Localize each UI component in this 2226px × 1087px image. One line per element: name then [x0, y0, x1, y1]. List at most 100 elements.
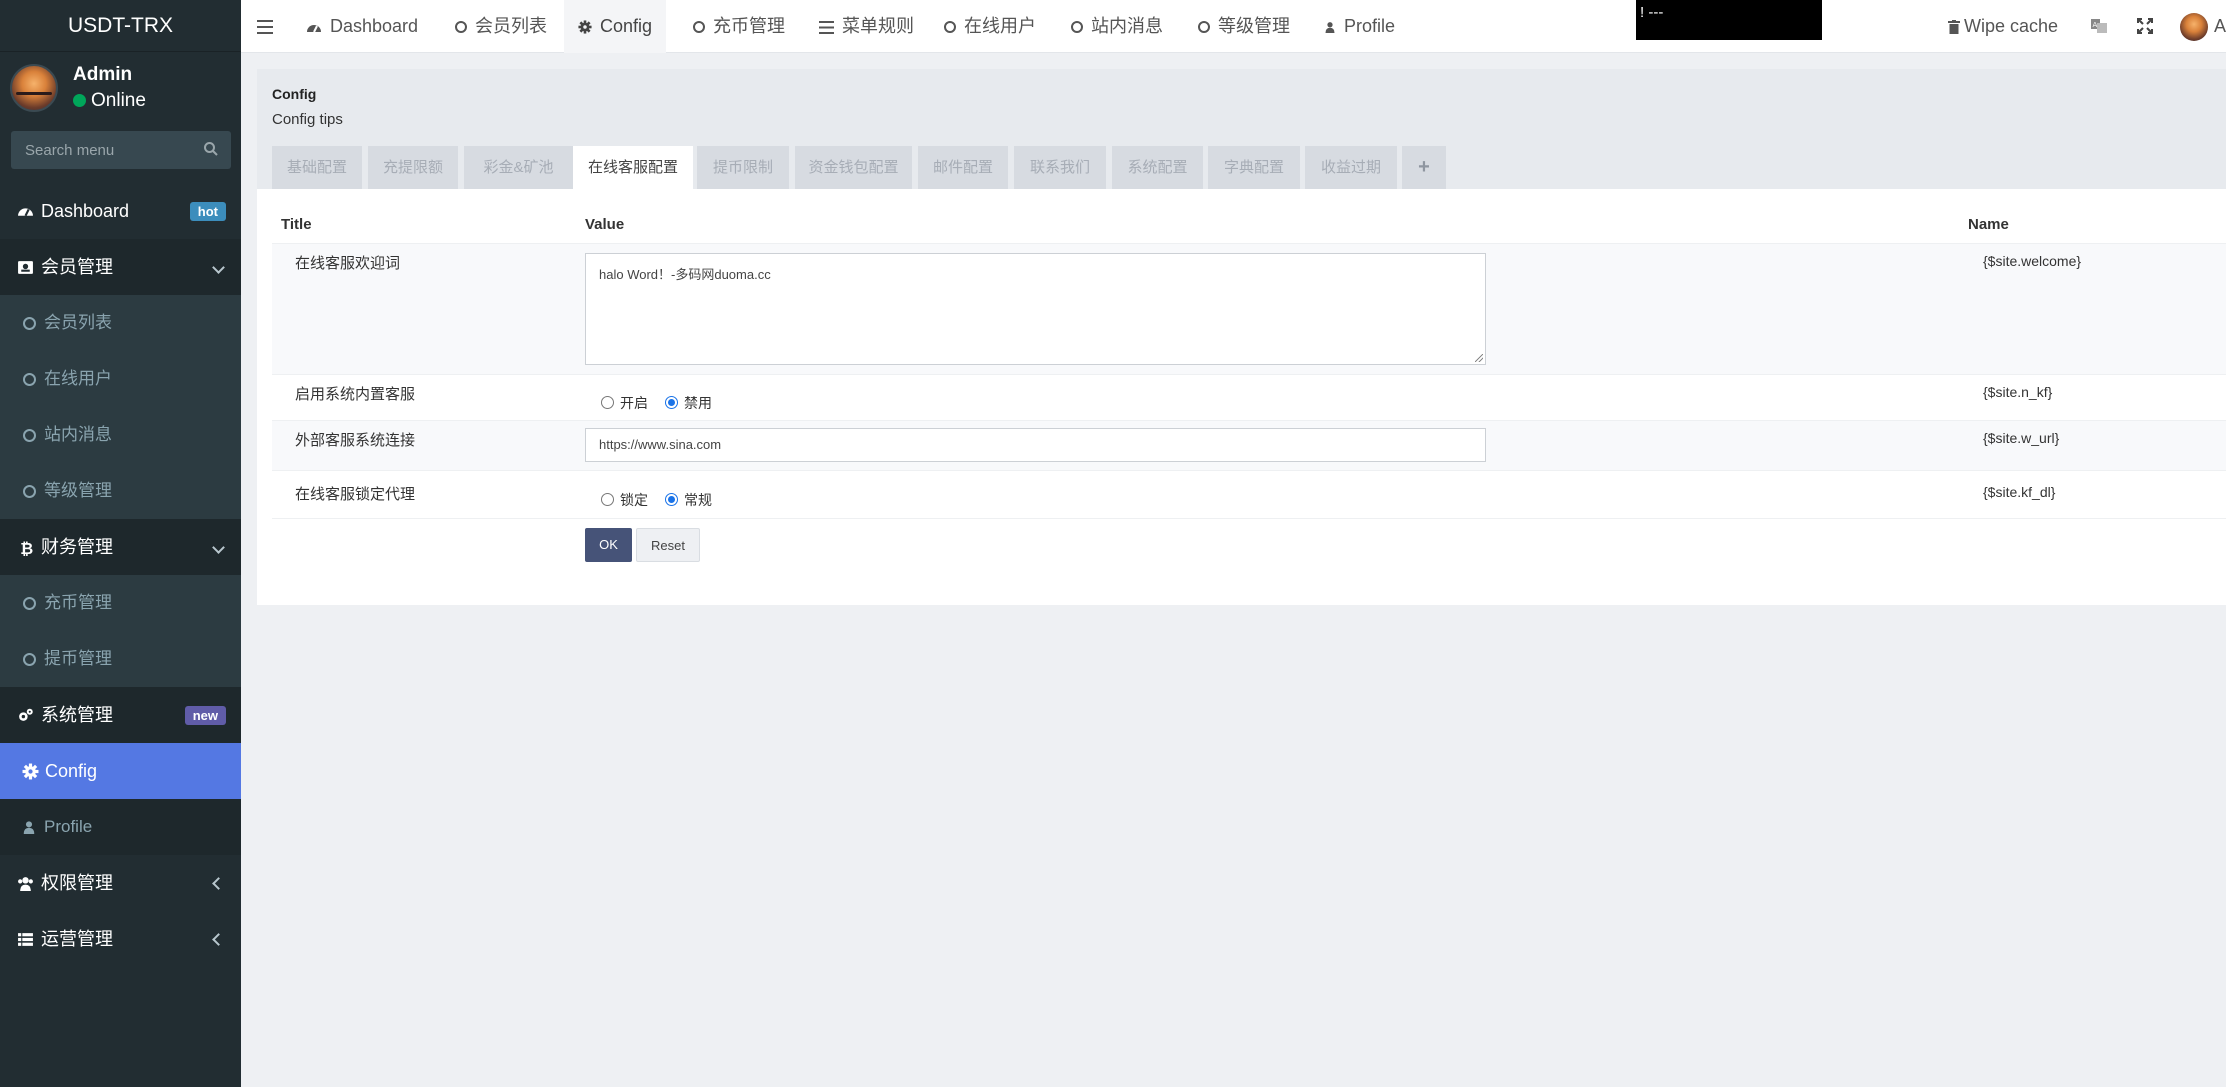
sidebar-item-withdrawals[interactable]: 提币管理 — [0, 631, 241, 687]
ok-button[interactable]: OK — [585, 528, 632, 562]
users-icon — [18, 877, 33, 891]
reset-button[interactable]: Reset — [636, 528, 700, 562]
nav-tab-profile[interactable]: Profile — [1324, 0, 1395, 53]
row-name: {$site.n_kf} — [1983, 384, 2053, 400]
sidebar-item-dashboard[interactable]: Dashboard hot — [0, 183, 241, 239]
radio-normal-label: 常规 — [684, 492, 712, 508]
avatar — [10, 64, 58, 112]
nav-tab-messages[interactable]: 站内消息 — [1071, 0, 1163, 53]
row-name: {$site.w_url} — [1983, 430, 2060, 446]
sidebar-item-deposits[interactable]: 充币管理 — [0, 575, 241, 631]
search-box — [11, 131, 231, 169]
sidebar-item-messages[interactable]: 站内消息 — [0, 407, 241, 463]
id-card-icon — [18, 261, 33, 274]
sidebar-item-member-mgmt[interactable]: 会员管理 — [0, 239, 241, 295]
fullscreen-button[interactable] — [2137, 0, 2153, 53]
divider — [272, 518, 2226, 519]
sidebar-item-label: 权限管理 — [41, 873, 113, 893]
sidebar-item-profile[interactable]: Profile — [0, 799, 241, 855]
radio-disable[interactable] — [665, 396, 678, 409]
nav-tab-menu-rules[interactable]: 菜单规则 — [819, 0, 914, 53]
tab-dictionary[interactable]: 字典配置 — [1208, 146, 1300, 189]
add-tab-button[interactable]: + — [1402, 146, 1446, 189]
wipe-cache-label: Wipe cache — [1964, 16, 2059, 36]
table-row: 外部客服系统连接 https://www.sina.com {$site.w_u… — [272, 420, 2226, 470]
bars-icon — [819, 21, 834, 34]
nav-tab-deposits[interactable]: 充币管理 — [693, 0, 785, 53]
sidebar-item-finance-mgmt[interactable]: ₿ 财务管理 — [0, 519, 241, 575]
hamburger-icon — [257, 20, 273, 34]
search-icon[interactable] — [203, 141, 219, 157]
gear-icon — [22, 763, 39, 780]
circle-icon — [944, 21, 956, 33]
row-title: 外部客服系统连接 — [295, 432, 416, 449]
row-title: 在线客服欢迎词 — [295, 255, 401, 272]
sidebar-item-online-users[interactable]: 在线用户 — [0, 351, 241, 407]
circle-icon — [23, 317, 36, 330]
config-panel: Title Value Name 在线客服欢迎词 halo Word！-多码网d… — [257, 189, 2226, 605]
nav-tab-member-list[interactable]: 会员列表 — [455, 0, 547, 53]
cogs-icon — [19, 708, 33, 721]
nav-tab-label: 等级管理 — [1218, 16, 1290, 36]
circle-icon — [23, 653, 36, 666]
radio-enable[interactable] — [601, 396, 614, 409]
language-button[interactable]: A — [2091, 0, 2107, 53]
tab-limits[interactable]: 充提限额 — [368, 146, 458, 189]
brand-logo[interactable]: USDT-TRX — [0, 0, 241, 52]
search-input[interactable] — [11, 131, 231, 169]
welcome-textarea[interactable]: halo Word！-多码网duoma.cc — [585, 253, 1486, 365]
circle-icon — [23, 485, 36, 498]
avatar[interactable] — [2180, 13, 2208, 41]
sidebar-item-config[interactable]: Config — [0, 743, 241, 799]
service-url-input[interactable]: https://www.sina.com — [585, 428, 1486, 462]
sidebar-item-label: Config — [45, 761, 98, 781]
radio-enable-label: 开启 — [620, 395, 648, 411]
member-submenu: 会员列表 在线用户 站内消息 等级管理 — [0, 295, 241, 519]
circle-icon — [23, 429, 36, 442]
sidebar-item-label: 运营管理 — [41, 929, 113, 949]
tab-wallet[interactable]: 资金钱包配置 — [795, 146, 912, 189]
column-header-name: Name — [1968, 216, 2009, 233]
nav-tab-levels[interactable]: 等级管理 — [1198, 0, 1290, 53]
tab-contact[interactable]: 联系我们 — [1014, 146, 1106, 189]
nav-tab-dashboard[interactable]: Dashboard — [306, 0, 418, 53]
sidebar-toggle[interactable] — [257, 0, 285, 53]
tab-online-service[interactable]: 在线客服配置 — [573, 146, 693, 189]
list-icon — [18, 933, 33, 946]
svg-text:₿: ₿ — [20, 539, 33, 556]
sidebar-item-label: 会员管理 — [41, 257, 113, 277]
sidebar-item-levels[interactable]: 等级管理 — [0, 463, 241, 519]
table-row: 在线客服锁定代理 锁定 常规 {$site.kf_dl} — [272, 470, 2226, 518]
sidebar-item-member-list[interactable]: 会员列表 — [0, 295, 241, 351]
circle-icon — [1071, 21, 1083, 33]
nav-tab-label: 菜单规则 — [842, 16, 914, 36]
bitcoin-icon: ₿ — [20, 539, 33, 556]
sidebar-item-label: 系统管理 — [41, 705, 113, 725]
resize-grip-icon[interactable] — [1475, 354, 1483, 362]
nav-tab-online-users[interactable]: 在线用户 — [944, 0, 1036, 53]
welcome-text: halo Word！-多码网duoma.cc — [599, 267, 771, 282]
tab-expiry[interactable]: 收益过期 — [1305, 146, 1397, 189]
user-icon — [23, 821, 35, 834]
user-status-label: Online — [91, 90, 146, 111]
top-navbar: Dashboard 会员列表 Config 充币管理 菜单规则 在线用户 站内消… — [241, 0, 2226, 53]
circle-icon — [1198, 21, 1210, 33]
dashboard-icon — [307, 25, 321, 33]
tab-system[interactable]: 系统配置 — [1112, 146, 1203, 189]
nav-tab-config[interactable]: Config — [564, 0, 667, 53]
sidebar-item-system-mgmt[interactable]: 系统管理 new — [0, 687, 241, 743]
system-submenu: Profile — [0, 799, 241, 855]
radio-normal[interactable] — [665, 493, 678, 506]
wipe-cache-button[interactable]: Wipe cache — [1948, 0, 2058, 53]
chevron-left-icon — [212, 933, 225, 946]
radio-lock[interactable] — [601, 493, 614, 506]
sidebar-item-auth-mgmt[interactable]: 权限管理 — [0, 855, 241, 911]
circle-icon — [455, 21, 467, 33]
sidebar-item-ops-mgmt[interactable]: 运营管理 — [0, 911, 241, 967]
user-menu-initial[interactable]: A — [2214, 0, 2226, 53]
tab-email[interactable]: 邮件配置 — [918, 146, 1008, 189]
tab-withdraw-limit[interactable]: 提币限制 — [697, 146, 789, 189]
tab-bonus-pool[interactable]: 彩金&矿池 — [464, 146, 573, 189]
table-row: 在线客服欢迎词 halo Word！-多码网duoma.cc {$site.we… — [272, 243, 2226, 374]
tab-basic[interactable]: 基础配置 — [272, 146, 362, 189]
